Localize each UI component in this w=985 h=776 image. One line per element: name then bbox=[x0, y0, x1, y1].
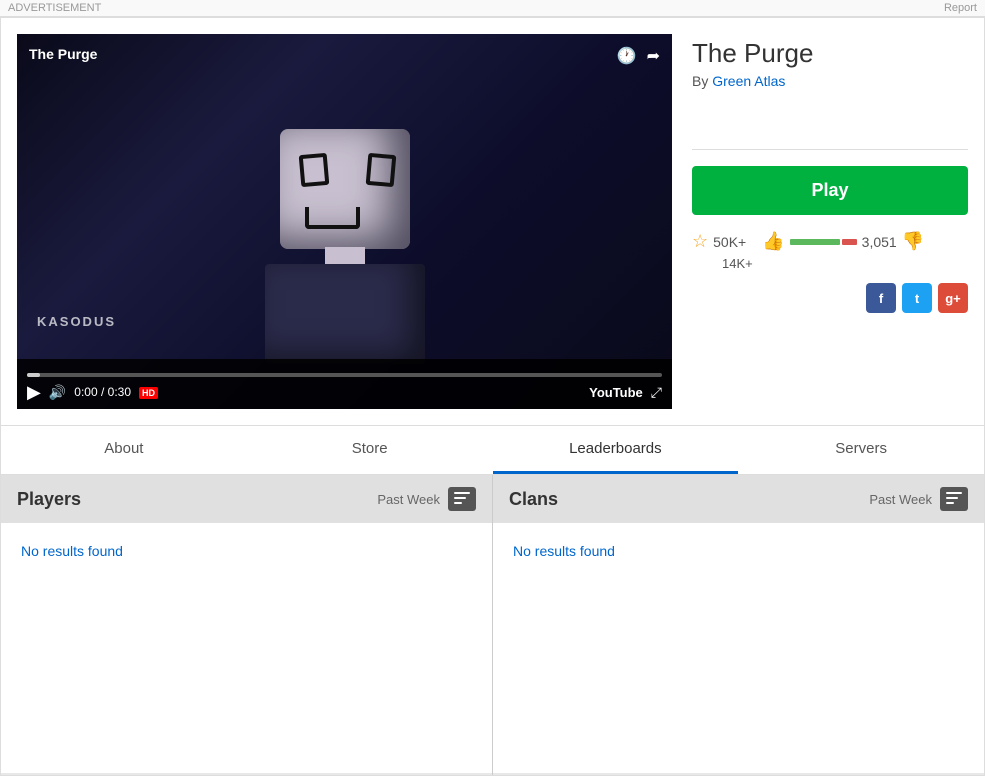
players-period: Past Week bbox=[377, 492, 440, 507]
clans-sort-icon[interactable] bbox=[940, 487, 968, 511]
clans-controls: Past Week bbox=[869, 487, 968, 511]
thumbup-icon[interactable]: 👍 bbox=[762, 231, 784, 252]
tab-leaderboards[interactable]: Leaderboards bbox=[493, 426, 739, 474]
video-top-controls: 🕐 ➦ bbox=[617, 46, 660, 66]
top-bar: ADVERTISEMENT Report bbox=[0, 0, 985, 17]
tab-servers[interactable]: Servers bbox=[738, 426, 984, 474]
stats-row: ☆ 50K+ 👍 3,051 👎 bbox=[692, 231, 968, 252]
video-play-button[interactable]: ▶ bbox=[27, 382, 41, 403]
progress-bar[interactable] bbox=[27, 373, 662, 377]
author-link[interactable]: Green Atlas bbox=[712, 73, 785, 89]
video-time: 0:00 / 0:30 bbox=[74, 385, 131, 399]
main-card: The Purge 🕐 ➦ KASODUS ▶ 🔊 0:00 / 0:30 HD bbox=[0, 17, 985, 776]
clans-period: Past Week bbox=[869, 492, 932, 507]
volume-icon[interactable]: 🔊 bbox=[49, 384, 66, 401]
vote-bar bbox=[790, 239, 857, 245]
video-background bbox=[17, 34, 672, 409]
progress-bar-fill bbox=[27, 373, 40, 377]
game-details-panel: The Purge By Green Atlas Play ☆ 50K+ 👍 bbox=[692, 34, 968, 409]
clans-header: Clans Past Week bbox=[493, 475, 984, 523]
game-info-section: The Purge 🕐 ➦ KASODUS ▶ 🔊 0:00 / 0:30 HD bbox=[1, 18, 984, 425]
favorites-count: 50K+ bbox=[713, 234, 746, 250]
twitter-button[interactable]: t bbox=[902, 283, 932, 313]
vote-bar-green bbox=[790, 239, 840, 245]
likes-label-row: 14K+ bbox=[692, 256, 968, 271]
likes-stat: 👍 3,051 👎 bbox=[762, 231, 924, 252]
char-left-eye bbox=[298, 153, 329, 187]
leaderboard-section: Players Past Week No results found bbox=[1, 475, 984, 775]
clans-content: No results found bbox=[493, 523, 984, 773]
video-watermark: KASODUS bbox=[37, 314, 116, 329]
likes-count: 14K+ bbox=[722, 256, 753, 271]
players-header: Players Past Week bbox=[1, 475, 492, 523]
youtube-badge[interactable]: YouTube bbox=[589, 385, 643, 400]
players-no-results: No results found bbox=[21, 543, 123, 559]
star-icon: ☆ bbox=[692, 231, 708, 252]
advertisement-label: ADVERTISEMENT bbox=[8, 2, 101, 14]
char-body bbox=[265, 264, 425, 364]
divider bbox=[692, 149, 968, 150]
tab-store[interactable]: Store bbox=[247, 426, 493, 474]
tab-about[interactable]: About bbox=[1, 426, 247, 474]
clock-icon[interactable]: 🕐 bbox=[617, 46, 637, 66]
players-sort-icon[interactable] bbox=[448, 487, 476, 511]
clans-title: Clans bbox=[509, 489, 558, 510]
game-author: By Green Atlas bbox=[692, 73, 968, 89]
video-player[interactable]: The Purge 🕐 ➦ KASODUS ▶ 🔊 0:00 / 0:30 HD bbox=[17, 34, 672, 409]
char-right-eye bbox=[365, 153, 396, 187]
share-icon[interactable]: ➦ bbox=[647, 46, 660, 66]
favorites-stat: ☆ 50K+ bbox=[692, 231, 746, 252]
thumbdown-icon[interactable]: 👎 bbox=[902, 231, 924, 252]
video-controls-row: ▶ 🔊 0:00 / 0:30 HD YouTube ⤢ bbox=[27, 382, 662, 403]
players-panel: Players Past Week No results found bbox=[1, 475, 493, 775]
tabs-bar: About Store Leaderboards Servers bbox=[1, 425, 984, 475]
facebook-button[interactable]: f bbox=[866, 283, 896, 313]
char-head bbox=[280, 129, 410, 249]
play-button[interactable]: Play bbox=[692, 166, 968, 215]
video-bottom-bar: ▶ 🔊 0:00 / 0:30 HD YouTube ⤢ bbox=[17, 359, 672, 409]
character-figure bbox=[245, 129, 445, 349]
googleplus-button[interactable]: g+ bbox=[938, 283, 968, 313]
clans-panel: Clans Past Week No results found bbox=[493, 475, 984, 775]
clans-no-results: No results found bbox=[513, 543, 615, 559]
game-title: The Purge bbox=[692, 38, 968, 69]
players-title: Players bbox=[17, 489, 81, 510]
players-content: No results found bbox=[1, 523, 492, 773]
vote-bar-red bbox=[842, 239, 857, 245]
notification-icon[interactable]: HD bbox=[139, 383, 158, 401]
char-mouth bbox=[305, 207, 360, 229]
author-prefix: By bbox=[692, 73, 708, 89]
report-link[interactable]: Report bbox=[944, 2, 977, 14]
video-title: The Purge bbox=[29, 46, 97, 62]
fullscreen-icon[interactable]: ⤢ bbox=[651, 384, 662, 401]
dislikes-count: 3,051 bbox=[862, 234, 897, 250]
players-controls: Past Week bbox=[377, 487, 476, 511]
hd-badge: HD bbox=[139, 387, 158, 399]
social-row: f t g+ bbox=[692, 283, 968, 313]
